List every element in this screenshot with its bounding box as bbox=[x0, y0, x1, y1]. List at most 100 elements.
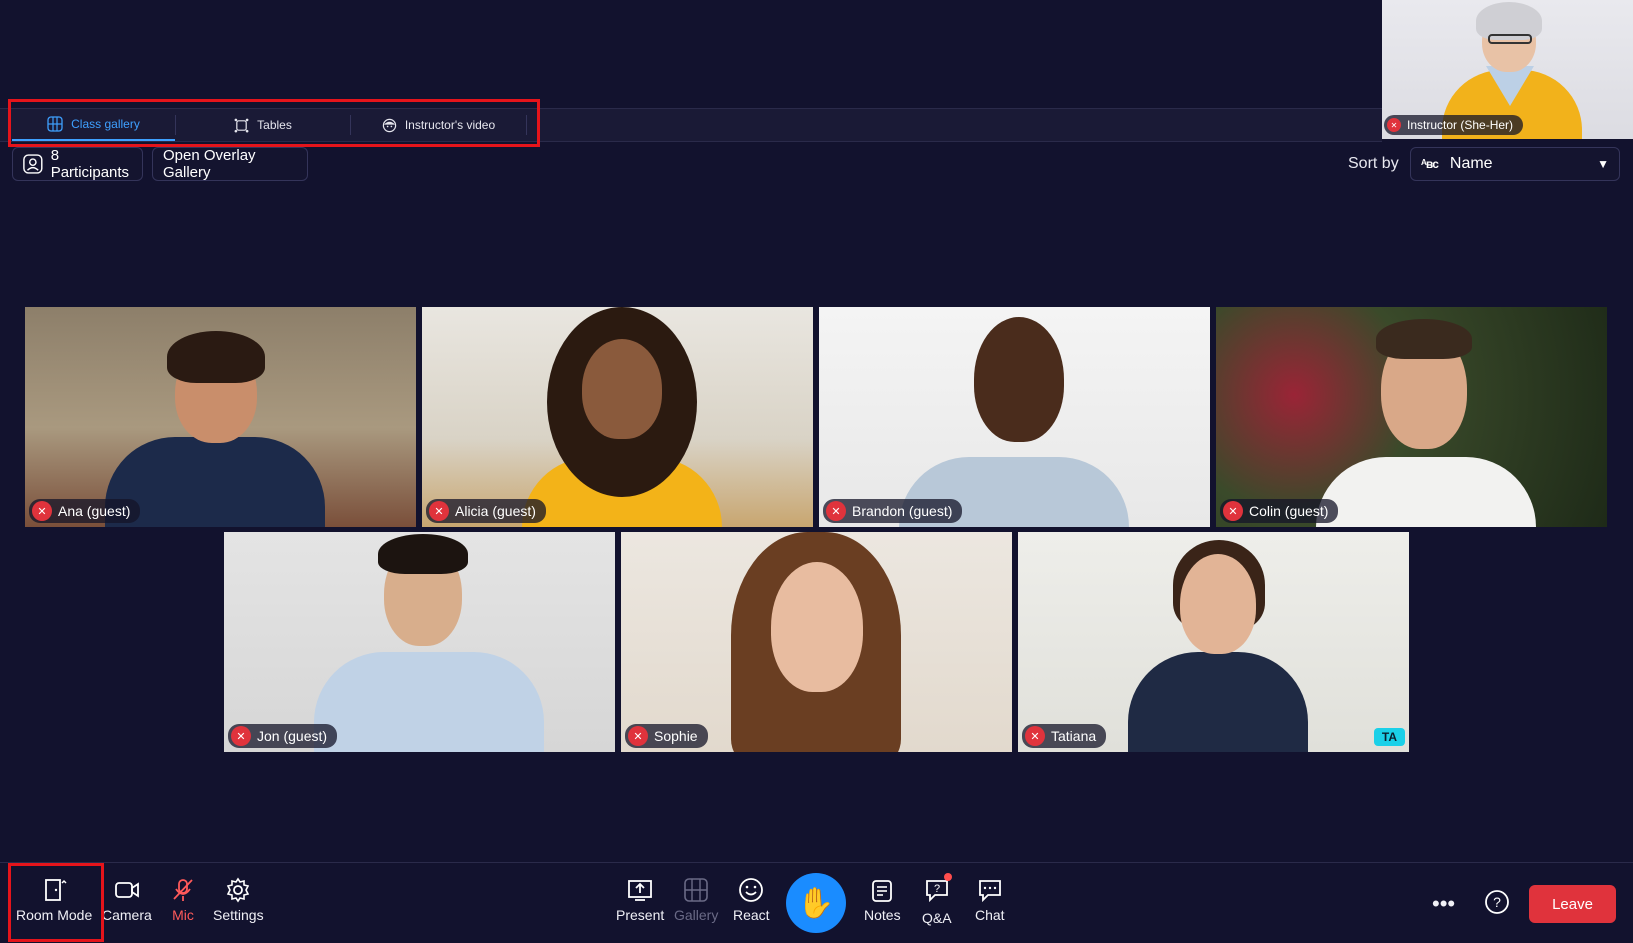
tab-label: Tables bbox=[257, 118, 292, 132]
participant-name-tag: ✕ Brandon (guest) bbox=[823, 499, 963, 523]
instructor-video[interactable]: ✕ Instructor (She-Her) bbox=[1382, 0, 1633, 139]
participant-figure bbox=[1316, 457, 1536, 527]
instructor-name-tag: ✕ Instructor (She-Her) bbox=[1384, 115, 1524, 135]
smiley-icon bbox=[739, 878, 764, 902]
settings-button[interactable]: Settings bbox=[213, 877, 264, 923]
participant-tile[interactable]: ✕ Sophie bbox=[621, 532, 1012, 752]
person-icon bbox=[23, 154, 43, 174]
room-mode-button[interactable]: Room Mode bbox=[16, 877, 92, 923]
mic-off-icon: ✕ bbox=[231, 726, 251, 746]
mic-button[interactable]: Mic bbox=[170, 877, 196, 923]
participant-figure bbox=[1128, 652, 1308, 752]
participant-tile[interactable]: ✕ Ana (guest) bbox=[25, 307, 416, 527]
mic-off-icon: ✕ bbox=[32, 501, 52, 521]
present-button[interactable]: Present bbox=[616, 877, 664, 923]
participants-count: 8 Participants bbox=[50, 147, 130, 181]
room-mode-label: Room Mode bbox=[16, 907, 93, 923]
tab-label: Class gallery bbox=[71, 117, 140, 131]
mic-off-icon: ✕ bbox=[628, 726, 648, 746]
participant-name-tag: ✕ Colin (guest) bbox=[1220, 499, 1339, 523]
chat-bubble-icon bbox=[978, 880, 1001, 903]
qa-label: Q&A bbox=[922, 910, 952, 926]
participant-name-tag: ✕ Sophie bbox=[625, 724, 708, 748]
chat-button[interactable]: Chat bbox=[975, 877, 1005, 923]
help-icon: ? bbox=[1485, 890, 1509, 914]
participant-tile[interactable]: ✕ Tatiana TA bbox=[1018, 532, 1409, 752]
participant-tile[interactable]: ✕ Jon (guest) bbox=[224, 532, 615, 752]
mic-off-icon: ✕ bbox=[826, 501, 846, 521]
participant-name: Tatiana bbox=[1051, 728, 1097, 744]
raise-hand-button[interactable]: ✋ bbox=[786, 873, 846, 933]
sort-abc-icon: ᴬʙc bbox=[1421, 157, 1439, 171]
notes-button[interactable]: Notes bbox=[864, 877, 901, 923]
participant-hair bbox=[378, 534, 468, 574]
camera-icon bbox=[114, 882, 139, 898]
more-options-button[interactable]: ••• bbox=[1432, 891, 1455, 917]
gallery-label: Gallery bbox=[674, 907, 719, 923]
participant-tile[interactable]: ✕ Brandon (guest) bbox=[819, 307, 1210, 527]
tab-tables[interactable]: Tables bbox=[176, 109, 350, 141]
mic-off-icon: ✕ bbox=[1223, 501, 1243, 521]
participant-name: Jon (guest) bbox=[257, 728, 328, 744]
present-icon bbox=[628, 880, 653, 901]
present-label: Present bbox=[616, 907, 665, 923]
participant-name: Ana (guest) bbox=[58, 503, 131, 519]
participant-face bbox=[1180, 554, 1256, 654]
mic-off-icon: ✕ bbox=[429, 501, 449, 521]
face-icon bbox=[382, 118, 397, 132]
caret-down-icon: ▼ bbox=[1597, 157, 1609, 171]
participant-figure bbox=[314, 652, 544, 752]
participant-hair bbox=[167, 331, 265, 383]
camera-label: Camera bbox=[102, 907, 152, 923]
settings-label: Settings bbox=[213, 907, 264, 923]
ta-badge: TA bbox=[1373, 728, 1405, 746]
participant-tile[interactable]: ✕ Alicia (guest) bbox=[422, 307, 813, 527]
control-bar: Room Mode Camera Mic Settings Present Ga… bbox=[0, 862, 1633, 943]
tab-divider bbox=[526, 115, 527, 135]
react-label: React bbox=[733, 907, 770, 923]
participant-name: Brandon (guest) bbox=[852, 503, 953, 519]
participant-face bbox=[582, 339, 662, 439]
chat-label: Chat bbox=[975, 907, 1005, 923]
participant-name: Colin (guest) bbox=[1249, 503, 1329, 519]
qa-button[interactable]: ? Q&A bbox=[922, 873, 952, 926]
ellipsis-icon: ••• bbox=[1432, 891, 1456, 916]
tab-class-gallery[interactable]: Class gallery bbox=[12, 109, 175, 141]
participants-button[interactable]: 8 Participants bbox=[12, 147, 143, 181]
leave-button[interactable]: Leave bbox=[1529, 885, 1616, 923]
participant-face bbox=[974, 317, 1064, 442]
camera-button[interactable]: Camera bbox=[102, 877, 152, 923]
gallery-grid-icon bbox=[684, 878, 708, 902]
participant-name: Sophie bbox=[654, 728, 698, 744]
tables-icon bbox=[234, 118, 249, 132]
notes-label: Notes bbox=[864, 907, 901, 923]
help-button[interactable]: ? bbox=[1484, 889, 1510, 915]
mic-off-icon: ✕ bbox=[1387, 118, 1401, 132]
sort-label: Sort by bbox=[1348, 155, 1399, 172]
mic-off-icon: ✕ bbox=[1025, 726, 1045, 746]
participant-name-tag: ✕ Ana (guest) bbox=[29, 499, 141, 523]
open-overlay-gallery-button[interactable]: Open Overlay Gallery bbox=[152, 147, 308, 181]
mic-off-icon bbox=[173, 879, 193, 901]
mic-label: Mic bbox=[172, 907, 194, 923]
tab-label: Instructor's video bbox=[404, 118, 496, 132]
participant-name-tag: ✕ Alicia (guest) bbox=[426, 499, 546, 523]
participant-name-tag: ✕ Tatiana bbox=[1022, 724, 1107, 748]
notes-icon bbox=[872, 880, 893, 902]
view-tabs: Class gallery Tables Instructor's video bbox=[0, 108, 1382, 142]
qa-icon-wrap: ? bbox=[924, 873, 952, 906]
participant-face bbox=[771, 562, 863, 692]
notification-dot bbox=[943, 873, 952, 881]
raised-hand-icon: ✋ bbox=[797, 886, 835, 920]
grid-globe-icon bbox=[47, 116, 63, 132]
participant-tile[interactable]: ✕ Colin (guest) bbox=[1216, 307, 1607, 527]
react-button[interactable]: React bbox=[733, 877, 770, 923]
gallery-button[interactable]: Gallery bbox=[674, 877, 718, 923]
tab-instructors-video[interactable]: Instructor's video bbox=[351, 109, 526, 141]
participant-hair bbox=[1376, 319, 1472, 359]
participant-name-tag: ✕ Jon (guest) bbox=[228, 724, 338, 748]
sort-dropdown[interactable]: ᴬʙc Name ▼ bbox=[1410, 147, 1620, 181]
overlay-label: Open Overlay Gallery bbox=[163, 147, 256, 181]
instructor-name: Instructor (She-Her) bbox=[1407, 118, 1514, 132]
gear-icon bbox=[227, 877, 250, 903]
